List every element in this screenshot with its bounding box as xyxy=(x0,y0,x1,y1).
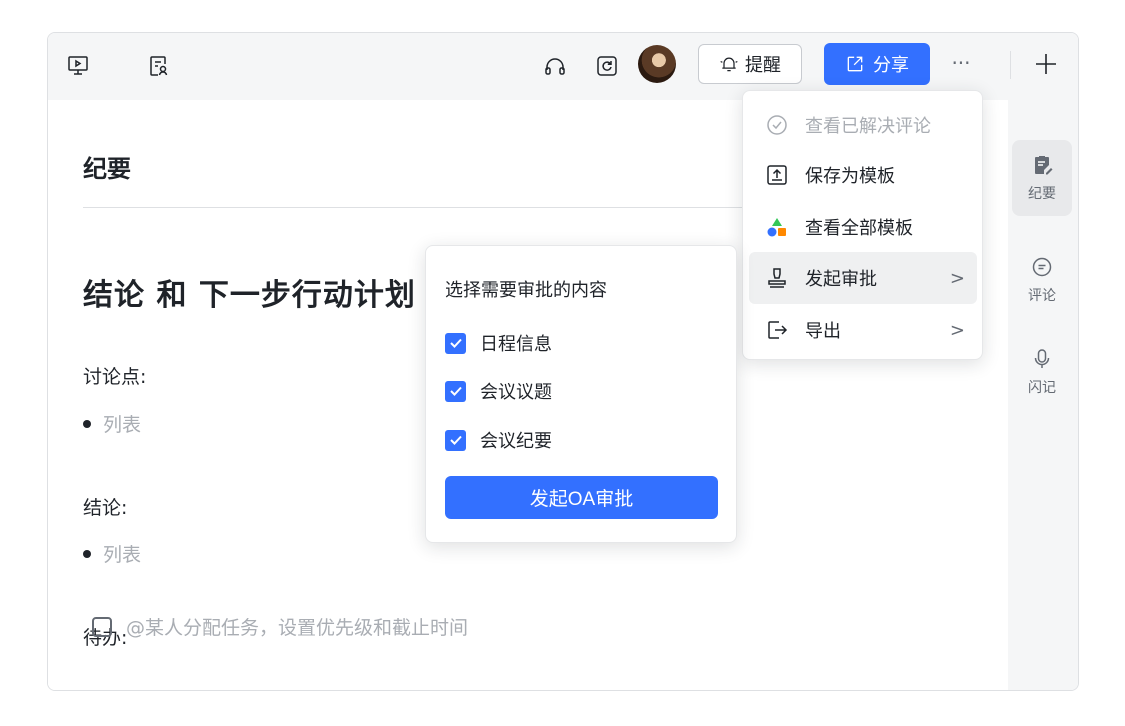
sidebar-item-comment[interactable]: 评论 xyxy=(1012,242,1072,318)
avatar[interactable] xyxy=(638,45,676,83)
right-sidebar: 纪要 评论 闪记 xyxy=(1006,100,1078,690)
more-button[interactable]: ··· xyxy=(946,51,976,77)
submit-oa-approval-button[interactable]: 发起OA审批 xyxy=(445,476,718,519)
page-title: 纪要 xyxy=(83,155,131,183)
menu-item-start-approval[interactable]: 发起审批 > xyxy=(749,252,977,304)
list-placeholder: 列表 xyxy=(103,544,142,566)
discussion-list-item[interactable]: 列表 xyxy=(83,410,141,437)
menu-item-label: 查看已解决评论 xyxy=(805,116,931,137)
templates-icon xyxy=(767,218,786,237)
conclusion-label[interactable]: 结论: xyxy=(83,493,127,520)
chevron-right-icon: > xyxy=(949,267,965,289)
title-divider xyxy=(83,207,763,208)
option-label: 会议纪要 xyxy=(480,431,552,452)
bell-icon xyxy=(720,57,738,72)
plus-icon[interactable] xyxy=(1032,49,1060,79)
checkbox-checked[interactable] xyxy=(445,332,466,354)
option-label: 会议议题 xyxy=(480,382,552,403)
approval-title: 选择需要审批的内容 xyxy=(445,280,607,301)
sidebar-item-label: 纪要 xyxy=(1028,186,1056,202)
approval-option-schedule[interactable]: 日程信息 xyxy=(445,330,552,356)
notes-icon xyxy=(1035,156,1053,175)
todo-placeholder: @某人分配任务，设置优先级和截止时间 xyxy=(126,617,469,639)
option-label: 日程信息 xyxy=(480,334,552,355)
sidebar-item-notes[interactable]: 纪要 xyxy=(1012,140,1072,216)
headphones-icon[interactable] xyxy=(542,53,568,79)
menu-item-view-resolved-comments[interactable]: 查看已解决评论 xyxy=(749,99,977,151)
remind-label: 提醒 xyxy=(745,55,781,76)
more-menu: 查看已解决评论 保存为模板 查看全部模板 发起审批 > 导出 > xyxy=(742,90,983,360)
menu-item-label: 保存为模板 xyxy=(805,166,895,187)
todo-checkbox[interactable] xyxy=(92,616,112,637)
check-circle-icon xyxy=(767,115,787,135)
menu-item-label: 查看全部模板 xyxy=(805,218,913,239)
section-heading[interactable]: 结论 和 下一步行动计划 xyxy=(83,270,416,314)
export-icon xyxy=(768,321,788,339)
comment-icon xyxy=(1032,257,1052,277)
menu-item-label: 导出 xyxy=(805,321,841,342)
approval-option-minutes[interactable]: 会议纪要 xyxy=(445,427,552,453)
share-button[interactable]: 分享 xyxy=(824,43,930,85)
menu-item-export[interactable]: 导出 > xyxy=(749,304,977,356)
refresh-icon[interactable] xyxy=(594,53,620,79)
todo-item[interactable]: @某人分配任务，设置优先级和截止时间 xyxy=(92,613,468,640)
menu-item-save-template[interactable]: 保存为模板 xyxy=(749,149,977,201)
share-icon xyxy=(847,56,863,72)
menu-item-view-templates[interactable]: 查看全部模板 xyxy=(749,201,977,253)
reader-icon[interactable] xyxy=(146,53,172,79)
conclusion-list-item[interactable]: 列表 xyxy=(83,540,141,567)
microphone-icon xyxy=(1034,349,1050,368)
sidebar-item-label: 闪记 xyxy=(1028,380,1056,396)
menu-item-label: 发起审批 xyxy=(805,269,877,290)
chevron-right-icon: > xyxy=(949,319,965,341)
list-placeholder: 列表 xyxy=(103,414,142,436)
checkbox-checked[interactable] xyxy=(445,429,466,451)
approval-option-agenda[interactable]: 会议议题 xyxy=(445,378,552,404)
save-template-icon xyxy=(767,165,787,185)
sidebar-item-label: 评论 xyxy=(1028,288,1056,304)
share-label: 分享 xyxy=(873,55,909,76)
remind-button[interactable]: 提醒 xyxy=(698,44,802,84)
checkbox-checked[interactable] xyxy=(445,380,466,402)
bullet-dot xyxy=(83,419,91,428)
stamp-icon xyxy=(768,268,786,288)
approval-submenu: 选择需要审批的内容 日程信息 会议议题 会议纪要 发起OA审批 xyxy=(425,245,737,543)
discussion-label[interactable]: 讨论点: xyxy=(83,362,146,389)
sidebar-item-memo[interactable]: 闪记 xyxy=(1012,334,1072,410)
toolbar-divider xyxy=(1010,51,1011,79)
bullet-dot xyxy=(83,549,91,558)
present-icon[interactable] xyxy=(65,53,91,79)
